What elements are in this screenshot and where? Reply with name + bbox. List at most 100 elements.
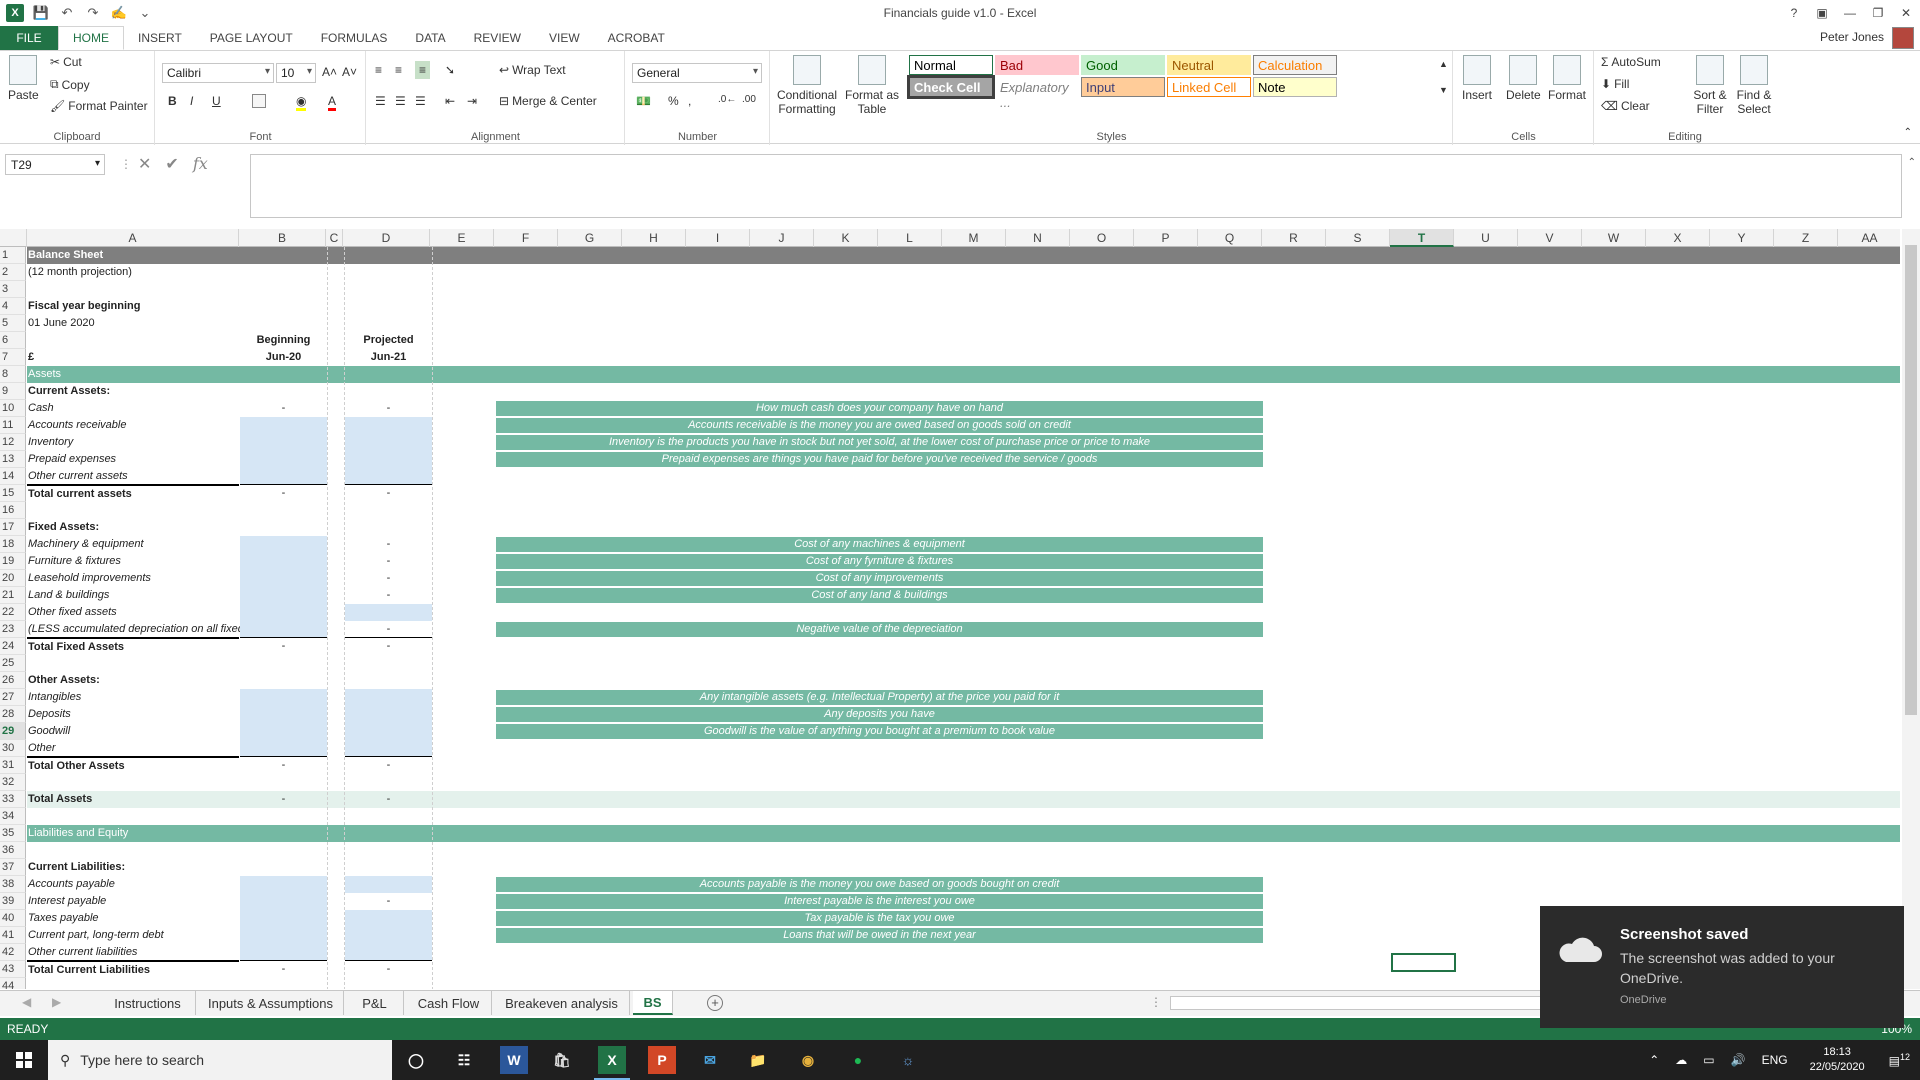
row-header[interactable]: 13	[0, 451, 26, 468]
cell-b[interactable]: -	[240, 757, 327, 774]
cell-d[interactable]	[345, 468, 432, 485]
cell-b[interactable]	[240, 910, 327, 927]
cell-d[interactable]	[345, 451, 432, 468]
row-header[interactable]: 3	[0, 281, 26, 298]
autosum-button[interactable]: Σ AutoSum	[1601, 55, 1661, 69]
row-header[interactable]: 6	[0, 332, 26, 349]
sheet-tab-breakeven-analysis[interactable]: Breakeven analysis	[494, 991, 630, 1015]
align-center-icon[interactable]: ☰	[395, 94, 406, 108]
cell-a[interactable]: Total Assets	[27, 791, 239, 808]
guidance-note[interactable]: Tax payable is the tax you owe	[496, 911, 1263, 926]
cell-d[interactable]	[345, 978, 432, 989]
row-header[interactable]: 2	[0, 264, 26, 281]
cell-d[interactable]	[345, 434, 432, 451]
cell-d[interactable]	[345, 825, 432, 842]
row-header[interactable]: 8	[0, 366, 26, 383]
cell-b[interactable]	[240, 468, 327, 485]
cell-b[interactable]	[240, 366, 327, 383]
clear-button[interactable]: ⌫ Clear	[1601, 99, 1650, 113]
cell-b[interactable]	[240, 264, 327, 281]
insert-function-icon[interactable]: fx	[193, 154, 208, 174]
redo-icon[interactable]: ↷	[80, 0, 106, 26]
cell-b[interactable]	[240, 281, 327, 298]
row-header[interactable]: 16	[0, 502, 26, 519]
row-header[interactable]: 1	[0, 247, 26, 264]
row-header[interactable]: 26	[0, 672, 26, 689]
cell-d[interactable]	[345, 383, 432, 400]
tab-acrobat[interactable]: ACROBAT	[594, 26, 679, 50]
volume-icon[interactable]: 🔊	[1731, 1053, 1746, 1067]
customize-toolbar-icon[interactable]: ⌄	[132, 0, 158, 26]
cell-d[interactable]	[345, 672, 432, 689]
sheet-tab-bs[interactable]: BS	[633, 991, 673, 1015]
minimize-button[interactable]: —	[1836, 0, 1864, 26]
cell-b[interactable]	[240, 587, 327, 604]
cell-a[interactable]	[27, 774, 239, 791]
sheet-tab-p-l[interactable]: P&L	[346, 991, 404, 1015]
cell-a[interactable]: Intangibles	[27, 689, 239, 706]
align-top-icon[interactable]: ≡	[375, 63, 382, 77]
cell-b[interactable]	[240, 553, 327, 570]
cell-d[interactable]	[345, 706, 432, 723]
cell-a[interactable]: Liabilities and Equity	[27, 825, 239, 842]
cell-a[interactable]: Prepaid expenses	[27, 451, 239, 468]
guidance-note[interactable]: Loans that will be owed in the next year	[496, 928, 1263, 943]
cell-b[interactable]: -	[240, 638, 327, 655]
word-icon[interactable]: W	[500, 1046, 528, 1074]
cell-d[interactable]: Projected	[345, 332, 432, 349]
row-header[interactable]: 21	[0, 587, 26, 604]
column-header-a[interactable]: A	[27, 229, 239, 247]
cell-a[interactable]: Total current assets	[27, 485, 239, 502]
avatar[interactable]	[1892, 27, 1914, 49]
row-header[interactable]: 30	[0, 740, 26, 757]
undo-icon[interactable]: ↶	[54, 0, 80, 26]
cell-b[interactable]	[240, 689, 327, 706]
cell-d[interactable]	[345, 723, 432, 740]
guidance-note[interactable]: Inventory is the products you have in st…	[496, 435, 1263, 450]
column-header-aa[interactable]: AA	[1838, 229, 1900, 247]
chrome-icon[interactable]: ◉	[794, 1046, 822, 1074]
cell-d[interactable]: -	[345, 536, 432, 553]
tab-file[interactable]: FILE	[0, 26, 58, 50]
cell-b[interactable]	[240, 536, 327, 553]
save-icon[interactable]: 💾	[28, 0, 54, 26]
row-header[interactable]: 36	[0, 842, 26, 859]
cancel-icon[interactable]: ✕	[138, 154, 151, 174]
cell-b[interactable]	[240, 944, 327, 961]
row-header[interactable]: 18	[0, 536, 26, 553]
sheet-tab-inputs-assumptions[interactable]: Inputs & Assumptions	[198, 991, 344, 1015]
start-button[interactable]	[0, 1040, 48, 1080]
cell-d[interactable]	[345, 842, 432, 859]
row-header[interactable]: 33	[0, 791, 26, 808]
column-header-q[interactable]: Q	[1198, 229, 1262, 247]
store-icon[interactable]: 🛍	[548, 1046, 576, 1074]
cell-a[interactable]: Balance Sheet	[27, 247, 239, 264]
format-as-table-button[interactable]: Format as Table	[843, 55, 901, 116]
cell-d[interactable]: -	[345, 621, 432, 638]
language-indicator[interactable]: ENG	[1762, 1053, 1788, 1067]
notifications-icon[interactable]: ▤12	[1889, 1052, 1910, 1068]
cell-d[interactable]: -	[345, 587, 432, 604]
touch-mode-icon[interactable]: ✍	[106, 0, 132, 26]
cell-style-note[interactable]: Note	[1253, 77, 1337, 97]
cell-d[interactable]: -	[345, 638, 432, 655]
guidance-note[interactable]: Any intangible assets (e.g. Intellectual…	[496, 690, 1263, 705]
cell-d[interactable]	[345, 417, 432, 434]
shrink-font-button[interactable]: A˅	[342, 65, 357, 79]
guidance-note[interactable]: Cost of any fyrniture & fixtures	[496, 554, 1263, 569]
cell-a[interactable]: Other	[27, 740, 239, 757]
column-header-g[interactable]: G	[558, 229, 622, 247]
cell-a[interactable]: Interest payable	[27, 893, 239, 910]
bold-button[interactable]: B	[168, 94, 177, 108]
gallery-scroll-up-icon[interactable]: ▲	[1439, 59, 1448, 69]
currency-icon[interactable]: 💵	[636, 94, 651, 108]
cell-b[interactable]	[240, 825, 327, 842]
font-size-select[interactable]: 10	[276, 63, 316, 83]
show-hidden-icons-icon[interactable]: ⌃	[1649, 1053, 1659, 1067]
merge-center-button[interactable]: ⊟ Merge & Center	[499, 94, 597, 108]
enter-icon[interactable]: ✔	[165, 154, 178, 174]
align-left-icon[interactable]: ☰	[375, 94, 386, 108]
borders-icon[interactable]	[252, 94, 266, 108]
row-header[interactable]: 5	[0, 315, 26, 332]
gallery-scroll-down-icon[interactable]: ▼	[1439, 85, 1448, 95]
